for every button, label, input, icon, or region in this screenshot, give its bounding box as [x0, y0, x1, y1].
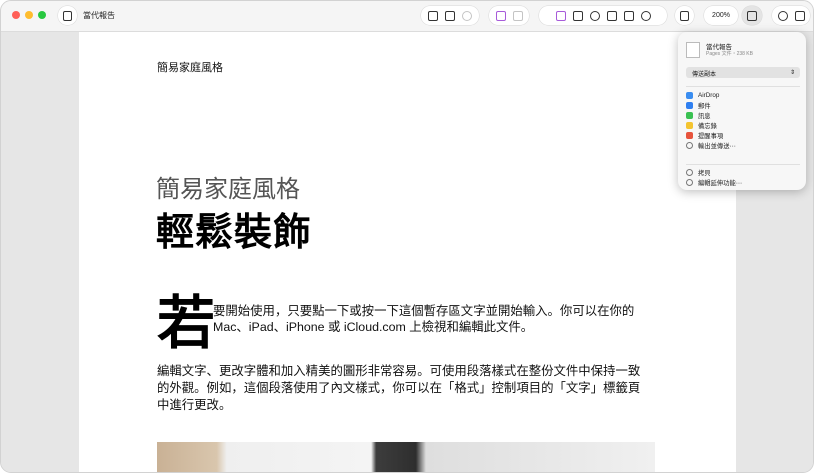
share-mail[interactable]: 郵件	[686, 100, 800, 110]
page-header[interactable]: 簡易家庭風格	[157, 59, 223, 75]
share-reminders[interactable]: 提醒事項	[686, 130, 800, 140]
comment-icon	[680, 10, 689, 21]
toolbar: 當代報告 200%	[1, 1, 813, 32]
sidebar-icon	[63, 10, 72, 21]
share-airdrop[interactable]: AirDrop	[686, 90, 800, 100]
chevron-updown-icon: ⇕	[789, 70, 795, 76]
share-item-label: 備忘錄	[698, 122, 717, 130]
comment-button[interactable]	[675, 6, 694, 25]
format-brush-icon[interactable]	[777, 10, 788, 21]
inspector-group	[772, 6, 810, 25]
intro-paragraph[interactable]: 要開始使用，只要點一下或按一下這個暫存區文字並開始輸入。你可以在你的 Mac、i…	[213, 303, 653, 335]
share-item-label: 訊息	[698, 112, 711, 120]
share-button[interactable]	[742, 6, 762, 25]
divider	[686, 86, 800, 87]
view-button[interactable]	[58, 6, 77, 25]
comment-disabled-icon	[462, 10, 472, 21]
share-item-label: 拷貝	[698, 169, 711, 177]
share-mode-select[interactable]: 傳送副本 ⇕	[686, 67, 800, 78]
share-messages[interactable]: 訊息	[686, 110, 800, 120]
insert-group	[421, 6, 479, 25]
share-popover: 當代報告 Pages 文件・238 KB 傳送副本 ⇕ AirDrop 郵件 訊息備…	[678, 32, 806, 190]
share-item-label: 編輯延伸功能⋯	[698, 179, 743, 187]
divider	[686, 164, 800, 165]
audio-icon	[512, 10, 523, 21]
share-item-label: AirDrop	[698, 91, 720, 99]
zoom-value: 200%	[712, 12, 730, 19]
drop-cap[interactable]: 若	[157, 294, 215, 354]
mail-icon	[686, 101, 693, 109]
window-title: 當代報告	[83, 11, 115, 20]
share-item-label: 郵件	[698, 102, 711, 110]
share-notes[interactable]: 備忘錄	[686, 120, 800, 130]
reminders-icon	[686, 131, 693, 139]
attachment-icon[interactable]	[640, 10, 651, 21]
copy-icon	[686, 168, 693, 176]
share-doc-meta: Pages 文件・238 KB	[706, 51, 753, 57]
export-icon	[686, 141, 693, 149]
media-icon[interactable]	[555, 10, 566, 21]
share-item-label: 提醒事項	[698, 132, 724, 140]
share-item-label: 輸出並傳送⋯	[698, 142, 736, 150]
add-page-icon[interactable]	[428, 10, 438, 21]
airdrop-icon	[686, 91, 693, 99]
share-mode-label: 傳送副本	[692, 72, 717, 78]
doc-subtitle[interactable]: 簡易家庭風格	[156, 169, 300, 204]
table-icon[interactable]	[572, 10, 583, 21]
share-copy[interactable]: 拷貝	[686, 167, 800, 177]
share-icon	[747, 10, 757, 21]
close-button[interactable]	[12, 11, 20, 19]
body-paragraph[interactable]: 編輯文字、更改字體和加入精美的圖形非常容易。可使用段落樣式在整份文件中保持一致的…	[157, 363, 647, 414]
zoom-menu[interactable]: 200%	[704, 6, 738, 25]
chart-icon[interactable]	[589, 10, 600, 21]
notes-icon	[686, 121, 693, 129]
document-icon[interactable]	[794, 10, 805, 21]
messages-icon	[686, 111, 693, 119]
document-thumbnail	[686, 42, 700, 58]
header-photo[interactable]	[157, 442, 655, 472]
extensions-icon	[686, 178, 693, 186]
share-edit-extensions[interactable]: 編輯延伸功能⋯	[686, 177, 800, 187]
shape-icon[interactable]	[623, 10, 634, 21]
image-icon[interactable]	[495, 10, 506, 21]
share-export[interactable]: 輸出並傳送⋯	[686, 140, 800, 150]
media-group	[489, 6, 529, 25]
zoom-button[interactable]	[38, 11, 46, 19]
pages-window: 當代報告 200% 簡易家庭風格 簡易家庭風格 輕鬆裝飾 若 要開始使用，只要點…	[0, 0, 814, 473]
minimize-button[interactable]	[25, 11, 33, 19]
objects-group	[539, 6, 667, 25]
doc-title[interactable]: 輕鬆裝飾	[156, 201, 312, 256]
text-box-icon[interactable]	[606, 10, 617, 21]
text-style-icon[interactable]	[445, 10, 455, 21]
